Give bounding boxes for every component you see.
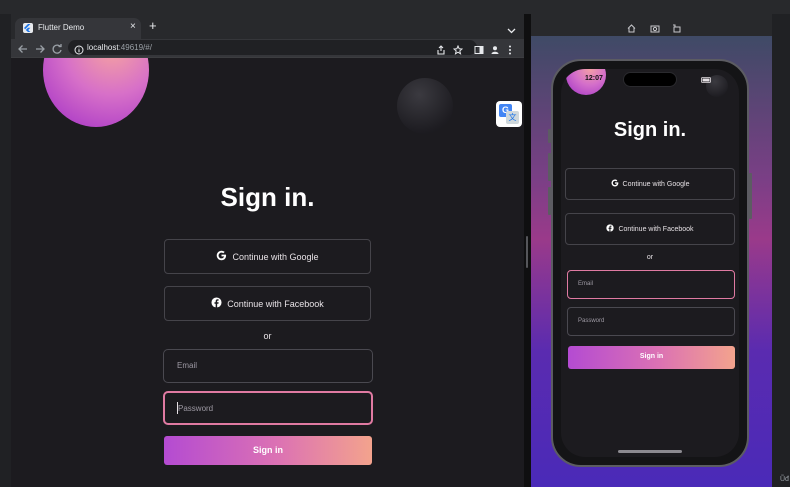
password-placeholder: Password	[178, 404, 214, 413]
right-edge-panel	[772, 14, 790, 487]
page-title: Sign in.	[220, 182, 315, 212]
mobile-facebook-label: Continue with Facebook	[618, 225, 694, 233]
sign-in-button-label: Sign in	[253, 445, 283, 455]
flutter-favicon-icon	[23, 23, 33, 33]
mobile-sign-in-label: Sign in	[639, 353, 664, 360]
screen-root: Flutter Demo × + localhost:49619/#/ G 文 …	[0, 0, 790, 487]
phone-side-button	[548, 129, 551, 143]
web-page: G 文 Sign in. Continue with Google Contin…	[11, 58, 524, 487]
url-host: localhost	[87, 43, 119, 52]
google-icon	[216, 250, 227, 263]
home-indicator[interactable]	[618, 450, 682, 453]
battery-icon	[701, 77, 713, 85]
google-button-label: Continue with Google	[232, 251, 319, 262]
password-field[interactable]: Password	[163, 391, 373, 425]
decorative-dark-orb	[397, 78, 453, 134]
sign-in-button[interactable]: Sign in	[164, 436, 372, 465]
google-icon	[611, 179, 619, 189]
emulator-toolbar	[531, 14, 772, 36]
facebook-icon	[606, 224, 615, 234]
phone-screen: 12:07 Sign in. Continue with Google Cont…	[561, 69, 739, 457]
back-icon[interactable]	[17, 42, 29, 54]
forward-icon[interactable]	[34, 42, 46, 54]
status-time: 12:07	[585, 75, 603, 82]
url-text: localhost:49619/#/	[87, 43, 152, 52]
splitter-handle[interactable]	[526, 236, 528, 268]
mobile-pink-orb	[566, 69, 606, 95]
mobile-password-field[interactable]: Password	[567, 307, 735, 336]
device-emulator-panel: 12:07 Sign in. Continue with Google Cont…	[531, 14, 772, 487]
right-edge-text: Ũđ	[780, 476, 789, 483]
mobile-continue-with-facebook-button[interactable]: Continue with Facebook	[565, 213, 735, 245]
email-placeholder: Email	[177, 361, 198, 370]
mobile-or-divider-text: or	[646, 254, 654, 261]
url-path: :49619/#/	[118, 43, 152, 52]
decorative-pink-orb	[43, 58, 149, 127]
phone-power-button	[749, 173, 752, 219]
panel-splitter[interactable]	[524, 14, 531, 487]
phone-volume-up	[548, 153, 551, 181]
system-bar	[0, 0, 790, 14]
tab-search-chevron-icon[interactable]	[507, 21, 516, 39]
mobile-sign-in-button[interactable]: Sign in	[568, 346, 735, 369]
continue-with-google-button[interactable]: Continue with Google	[164, 239, 371, 274]
mobile-google-label: Continue with Google	[622, 180, 690, 188]
facebook-button-label: Continue with Facebook	[227, 298, 324, 309]
browser-window: Flutter Demo × + localhost:49619/#/ G 文 …	[11, 14, 524, 487]
mobile-password-placeholder: Password	[578, 318, 605, 324]
reload-icon[interactable]	[51, 42, 63, 54]
facebook-icon	[211, 297, 222, 310]
dynamic-island	[623, 72, 677, 87]
email-field[interactable]: Email	[163, 349, 373, 383]
new-tab-button[interactable]: +	[149, 19, 157, 33]
continue-with-facebook-button[interactable]: Continue with Facebook	[164, 286, 371, 321]
tab-close-icon[interactable]: ×	[130, 21, 136, 33]
tab-strip: Flutter Demo × +	[11, 14, 524, 39]
phone-frame: 12:07 Sign in. Continue with Google Cont…	[548, 59, 752, 467]
address-bar[interactable]: localhost:49619/#/	[68, 40, 477, 55]
mobile-page-title: Sign in.	[613, 119, 687, 141]
translate-x-glyph: 文	[506, 111, 519, 124]
mobile-email-field[interactable]: Email	[567, 270, 735, 299]
phone-volume-down	[548, 187, 551, 215]
or-divider-text: or	[263, 331, 272, 341]
translate-icon[interactable]: G 文	[496, 101, 522, 127]
mobile-email-placeholder: Email	[578, 281, 594, 287]
browser-tab[interactable]: Flutter Demo ×	[15, 18, 141, 39]
tab-title: Flutter Demo	[38, 23, 85, 32]
browser-toolbar: localhost:49619/#/	[11, 39, 524, 57]
mobile-continue-with-google-button[interactable]: Continue with Google	[565, 168, 735, 200]
